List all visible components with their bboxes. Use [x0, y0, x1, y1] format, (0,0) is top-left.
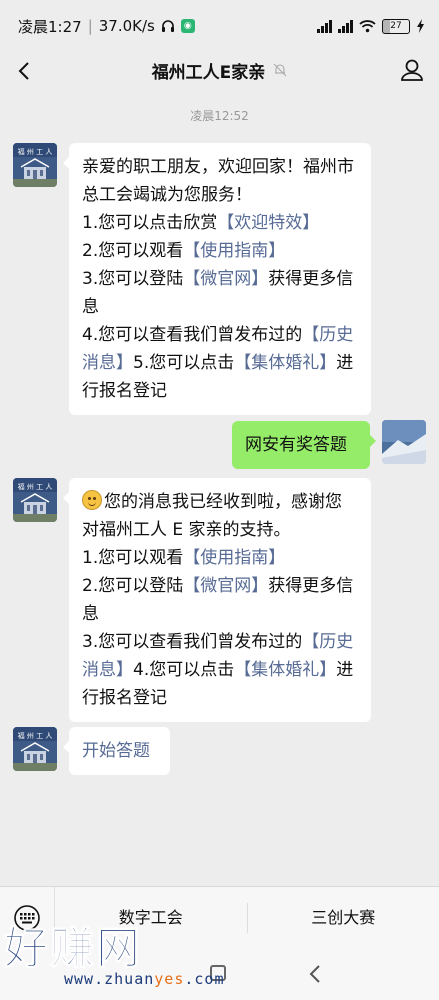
union-building-logo-icon: 福 州 工 人	[13, 143, 57, 187]
headset-icon	[161, 20, 174, 32]
msg2-text-1: 1.您可以观看	[82, 548, 184, 568]
menu-innovation-contest[interactable]: 三创大赛	[248, 887, 439, 949]
person-profile-icon[interactable]	[397, 55, 427, 85]
official-account-avatar[interactable]: 福 州 工 人	[13, 727, 57, 771]
battery-level: 27	[390, 20, 402, 31]
signal-hd-icon-2	[338, 19, 353, 33]
message-bubble-reply: 您的消息我已经收到啦，感谢您对福州工人 E 家亲的支持。 1.您可以观看【使用指…	[63, 478, 371, 722]
link-welcome-effect[interactable]: 【欢迎特效】	[217, 213, 319, 233]
msg2-text-intro: 您的消息我已经收到啦，感谢您对福州工人 E 家亲的支持。	[82, 492, 342, 540]
user-avatar[interactable]	[382, 420, 426, 464]
self-message-text: 网安有奖答题	[245, 435, 347, 455]
link-group-wedding[interactable]: 【集体婚礼】	[234, 353, 336, 373]
message-bubble-self[interactable]: 网安有奖答题	[232, 421, 376, 469]
wifi-icon	[359, 20, 376, 33]
svg-text:福 州 工 人: 福 州 工 人	[18, 731, 53, 740]
msg1-text-intro: 亲爱的职工朋友，欢迎回家！福州市总工会竭诚为您服务！	[82, 157, 354, 205]
nav-back-icon[interactable]	[308, 964, 322, 984]
security-shield-icon: ◉	[180, 19, 195, 33]
page-title: 福州工人E家亲	[151, 62, 266, 83]
keyboard-icon	[14, 905, 40, 931]
link-user-guide[interactable]: 【使用指南】	[183, 548, 285, 568]
status-separator: |	[87, 17, 93, 35]
battery-icon: 27	[382, 18, 410, 34]
msg1-text-2: 2.您可以观看	[82, 241, 184, 261]
smile-emoji-icon	[82, 490, 102, 510]
network-speed: 37.0K/s	[98, 17, 155, 35]
title-bar: 福州工人E家亲	[0, 52, 439, 88]
message-bubble-start-quiz: 开始答题	[63, 727, 170, 775]
back-arrow-icon[interactable]	[10, 56, 40, 86]
keyboard-toggle-button[interactable]	[0, 887, 55, 949]
mute-bell-icon	[273, 63, 287, 77]
status-bar: 凌晨1:27 | 37.0K/s ◉ 27	[0, 0, 439, 52]
union-building-logo-icon: 福 州 工 人	[13, 478, 57, 522]
chat-timestamp: 凌晨12:52	[190, 109, 249, 123]
signal-hd-icon	[317, 19, 332, 33]
msg2-text-3: 3.您可以查看我们曾发布过的	[82, 632, 303, 652]
menu-digital-union[interactable]: 数字工会	[55, 887, 247, 949]
link-group-wedding[interactable]: 【集体婚礼】	[234, 660, 336, 680]
snowy-mountain-avatar-icon	[382, 420, 426, 464]
link-user-guide[interactable]: 【使用指南】	[183, 241, 285, 261]
charging-icon	[417, 19, 424, 33]
official-account-avatar[interactable]: 福 州 工 人	[13, 143, 57, 187]
bottom-menu-bar: 数字工会 三创大赛	[0, 886, 439, 949]
union-building-logo-icon: 福 州 工 人	[13, 727, 57, 771]
message-bubble-welcome: 亲爱的职工朋友，欢迎回家！福州市总工会竭诚为您服务！ 1.您可以点击欣赏【欢迎特…	[63, 143, 371, 415]
status-right: 27	[317, 18, 425, 34]
system-nav-bar	[0, 948, 439, 1000]
link-micro-website[interactable]: 【微官网】	[183, 576, 268, 596]
status-left: 凌晨1:27 | 37.0K/s ◉	[18, 16, 195, 37]
svg-text:福 州 工 人: 福 州 工 人	[18, 147, 53, 156]
home-square-icon[interactable]	[210, 965, 226, 981]
link-micro-website[interactable]: 【微官网】	[183, 269, 268, 289]
msg1-text-3: 3.您可以登陆	[82, 269, 184, 289]
msg1-text-5: 5.您可以点击	[133, 353, 235, 373]
msg2-text-4: 4.您可以点击	[133, 660, 235, 680]
official-account-avatar[interactable]: 福 州 工 人	[13, 478, 57, 522]
msg2-text-2: 2.您可以登陆	[82, 576, 184, 596]
status-time: 凌晨1:27	[18, 17, 82, 36]
msg1-text-4: 4.您可以查看我们曾发布过的	[82, 325, 303, 345]
msg1-text-1: 1.您可以点击欣赏	[82, 213, 218, 233]
svg-text:福 州 工 人: 福 州 工 人	[18, 482, 53, 491]
link-start-quiz[interactable]: 开始答题	[82, 741, 150, 761]
